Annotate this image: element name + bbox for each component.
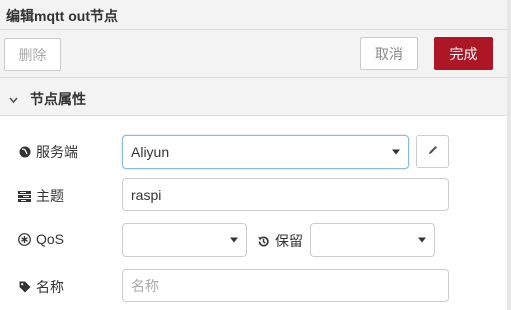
qos-label: QoS — [18, 231, 64, 247]
tasks-icon — [18, 190, 31, 203]
name-label: 名称 — [18, 277, 64, 297]
dialog-title: 编辑mqtt out节点 — [0, 0, 511, 30]
scrollbar-edge — [507, 0, 511, 310]
section-title: 节点属性 — [30, 91, 86, 107]
qos-select[interactable] — [122, 223, 247, 257]
retain-label-text: 保留 — [275, 233, 303, 249]
chevron-down-icon — [230, 237, 238, 243]
name-input[interactable]: 名称 — [122, 269, 449, 302]
chevron-down-icon — [418, 237, 426, 243]
server-label-text: 服务端 — [36, 144, 78, 160]
cancel-button[interactable]: 取消 — [360, 37, 418, 70]
topic-input-value: raspi — [131, 186, 162, 203]
dialog-title-text: 编辑mqtt out节点 — [6, 8, 118, 24]
name-label-text: 名称 — [36, 279, 64, 295]
chevron-down-icon — [9, 91, 18, 107]
retain-select[interactable] — [310, 223, 435, 257]
topic-label: 主题 — [18, 186, 64, 206]
section-header-node-properties[interactable]: 节点属性 — [0, 78, 511, 116]
pencil-icon — [427, 143, 439, 161]
globe-icon — [18, 146, 31, 159]
tag-icon — [18, 281, 31, 294]
history-icon — [257, 235, 270, 248]
dialog-toolbar: 删除 取消 完成 — [0, 30, 511, 78]
server-label: 服务端 — [18, 142, 78, 162]
name-input-placeholder: 名称 — [131, 277, 159, 294]
edit-server-button[interactable] — [416, 135, 449, 168]
server-select[interactable]: Aliyun — [122, 135, 409, 169]
done-button[interactable]: 完成 — [434, 37, 493, 70]
retain-label: 保留 — [257, 231, 303, 251]
delete-button[interactable]: 删除 — [4, 38, 61, 71]
topic-label-text: 主题 — [36, 188, 64, 204]
topic-input[interactable]: raspi — [122, 178, 449, 211]
qos-label-text: QoS — [36, 231, 65, 247]
chevron-down-icon — [392, 149, 400, 155]
server-select-value: Aliyun — [131, 144, 170, 160]
asterisk-icon — [18, 232, 31, 246]
